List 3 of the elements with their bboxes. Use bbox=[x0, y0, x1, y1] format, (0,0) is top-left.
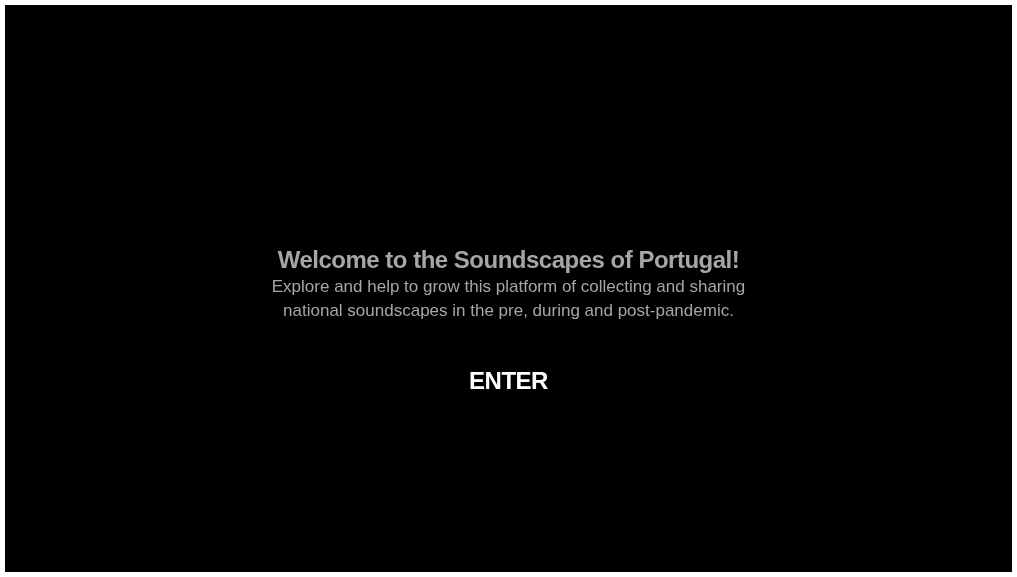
welcome-description: Explore and help to grow this platform of collecting and sharing national soundscapes in the pre, during and post-pandemic. bbox=[271, 276, 746, 322]
welcome-title: Welcome to the Soundscapes of Portugal! bbox=[277, 245, 740, 275]
enter-button[interactable]: ENTER bbox=[469, 367, 548, 395]
